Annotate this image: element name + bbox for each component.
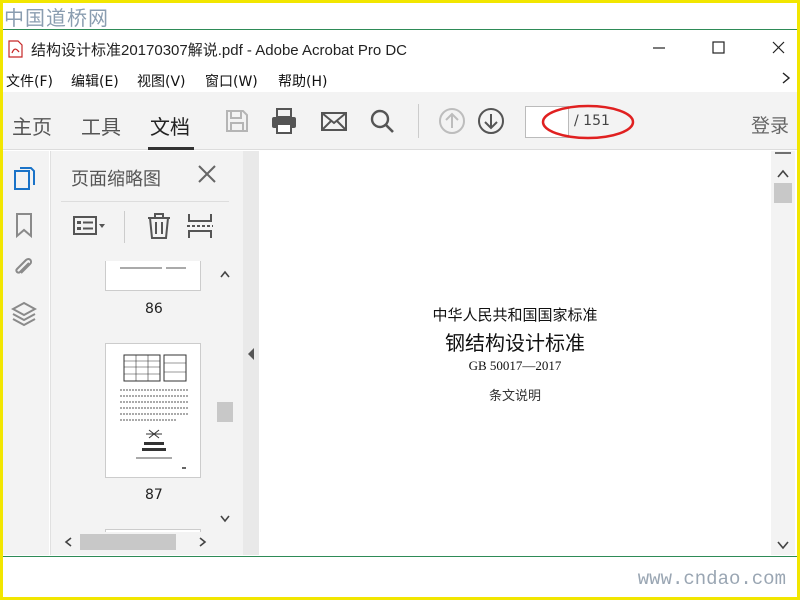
layers-icon[interactable] bbox=[11, 299, 37, 327]
close-icon[interactable] bbox=[196, 163, 218, 185]
toolbar-separator bbox=[418, 104, 419, 138]
thumbnail-page[interactable] bbox=[105, 343, 201, 478]
active-tab-indicator bbox=[148, 147, 194, 150]
page-down-icon[interactable] bbox=[476, 106, 506, 136]
thumbnail-page-number: 87 bbox=[145, 487, 163, 503]
document-vertical-scrollbar[interactable] bbox=[771, 151, 795, 555]
save-icon[interactable] bbox=[222, 106, 252, 136]
panel-divider bbox=[61, 201, 229, 202]
page-thumbnails-icon[interactable] bbox=[11, 165, 37, 193]
page-preview bbox=[120, 354, 188, 469]
maximize-button[interactable] bbox=[703, 34, 733, 62]
collapse-panel-icon[interactable] bbox=[243, 151, 259, 555]
attachment-icon[interactable] bbox=[11, 254, 37, 282]
thumbnail-vertical-scrollbar[interactable] bbox=[216, 260, 234, 528]
chevron-right-icon[interactable] bbox=[779, 70, 793, 86]
menu-file[interactable]: 文件(F) bbox=[6, 71, 53, 91]
toolbar: 主页 工具 文档 / 151 登录 bbox=[3, 92, 797, 150]
mail-icon[interactable] bbox=[319, 106, 349, 136]
doc-subtitle: 条文说明 bbox=[488, 389, 541, 404]
login-button[interactable]: 登录 bbox=[751, 111, 789, 138]
tab-document[interactable]: 文档 bbox=[150, 111, 190, 140]
thumbnail-horizontal-scrollbar[interactable] bbox=[60, 532, 236, 552]
thumbnail-page[interactable] bbox=[105, 261, 201, 291]
thumbnail-panel: 页面缩略图 86 87 bbox=[50, 151, 243, 555]
thumbnail-options-icon[interactable] bbox=[71, 211, 107, 241]
minimize-button[interactable] bbox=[644, 34, 674, 62]
page-up-icon[interactable] bbox=[437, 106, 467, 136]
menu-bar: 文件(F) 编辑(E) 视图(V) 窗口(W) 帮助(H) bbox=[3, 66, 797, 92]
highlight-ring bbox=[541, 104, 635, 140]
watermark-bottom: www.cndao.com bbox=[637, 568, 786, 590]
menu-edit[interactable]: 编辑(E) bbox=[71, 71, 119, 91]
doc-code: GB 50017—2017 bbox=[468, 358, 562, 373]
doc-standard-type: 中华人民共和国国家标准 bbox=[432, 306, 598, 324]
tab-home[interactable]: 主页 bbox=[12, 111, 52, 140]
menu-help[interactable]: 帮助(H) bbox=[278, 71, 327, 91]
navigation-rail bbox=[3, 151, 49, 555]
document-view[interactable]: 中华人民共和国国家标准 钢结构设计标准 GB 50017—2017 条文说明 bbox=[259, 151, 771, 555]
bookmark-icon[interactable] bbox=[11, 211, 37, 239]
print-icon[interactable] bbox=[269, 106, 299, 136]
search-icon[interactable] bbox=[367, 106, 397, 136]
menu-view[interactable]: 视图(V) bbox=[137, 71, 186, 91]
page-preview bbox=[120, 267, 186, 269]
panel-splitter[interactable] bbox=[243, 151, 259, 555]
panel-tools-separator bbox=[124, 211, 125, 243]
doc-title: 钢结构设计标准 bbox=[445, 331, 585, 355]
trash-icon[interactable] bbox=[141, 211, 177, 241]
menu-window[interactable]: 窗口(W) bbox=[205, 71, 258, 91]
pdf-file-icon bbox=[8, 40, 23, 58]
close-button[interactable] bbox=[764, 34, 794, 62]
bottom-rule bbox=[3, 556, 797, 557]
tab-tools[interactable]: 工具 bbox=[81, 111, 121, 140]
watermark-top: 中国道桥网 bbox=[4, 6, 109, 30]
thumbnail-page-number: 86 bbox=[145, 301, 163, 317]
panel-title: 页面缩略图 bbox=[71, 169, 161, 190]
extract-pages-icon[interactable] bbox=[183, 211, 219, 241]
thumbnail-list: 86 87 bbox=[61, 261, 236, 535]
window-title: 结构设计标准20170307解说.pdf - Adobe Acrobat Pro… bbox=[31, 42, 408, 59]
title-bar: 结构设计标准20170307解说.pdf - Adobe Acrobat Pro… bbox=[3, 30, 797, 66]
